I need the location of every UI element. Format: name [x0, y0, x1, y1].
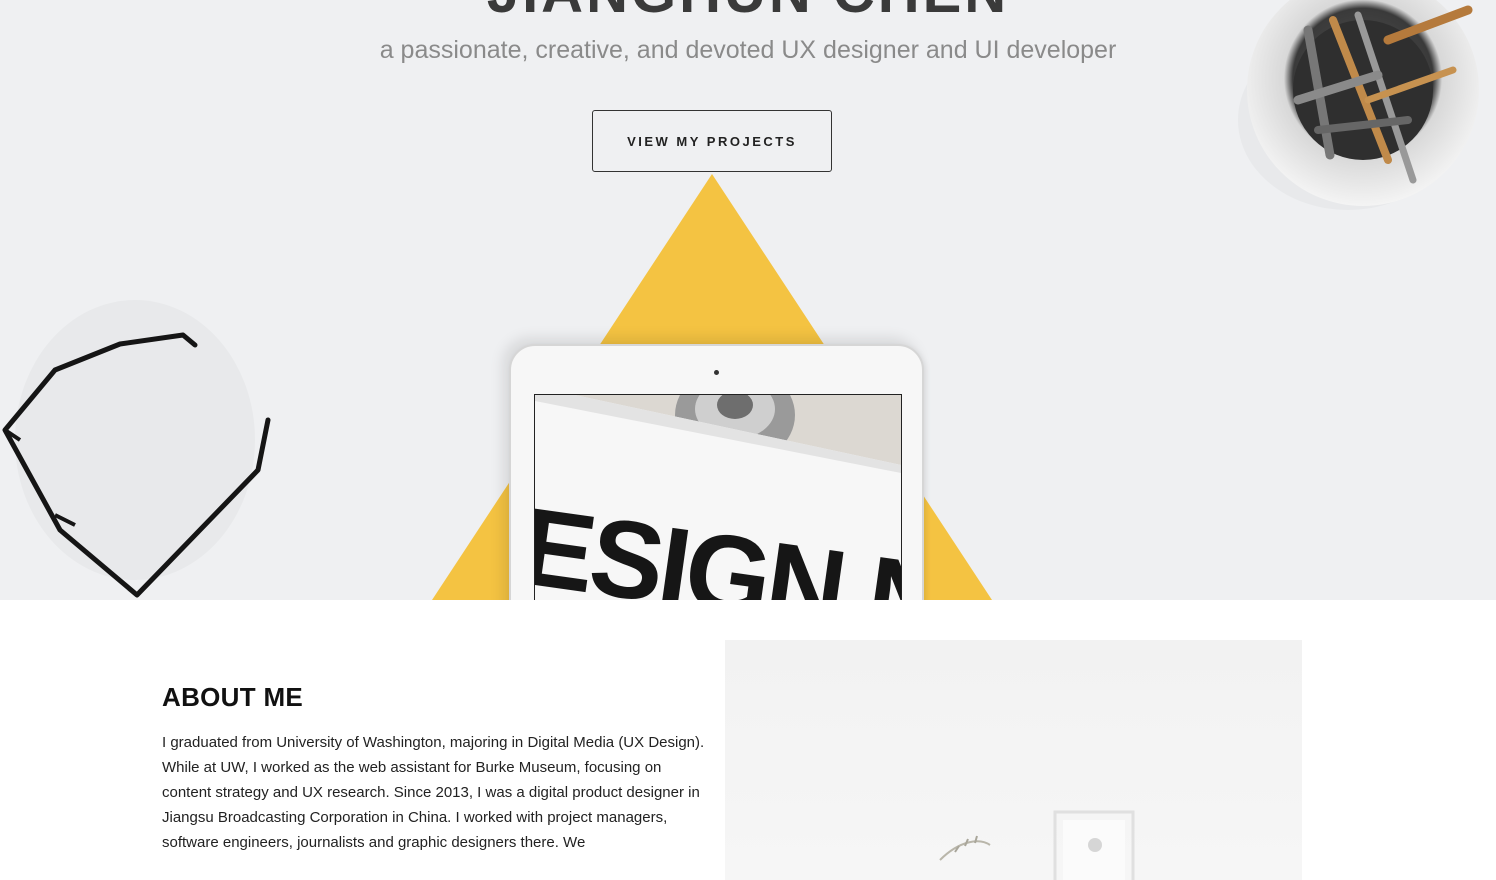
view-projects-button[interactable]: VIEW MY PROJECTS — [592, 110, 832, 172]
desk-items-photo — [939, 810, 1135, 880]
hero-section: JIANGHUN CHEN a passionate, creative, an… — [0, 0, 1496, 600]
about-photo — [725, 640, 1302, 880]
about-title: ABOUT ME — [162, 682, 304, 712]
about-section: ABOUT ME I graduated from University of … — [0, 600, 1496, 880]
tablet-screen: ESIGN N — [534, 394, 902, 600]
eyeglasses-photo — [2, 300, 271, 598]
about-paragraph: I graduated from University of Washingto… — [162, 734, 705, 851]
design-magazine-image: ESIGN N — [535, 395, 901, 600]
tablet-device: ESIGN N — [509, 344, 924, 600]
tablet-camera — [714, 370, 719, 375]
pencil-cup-photo — [1238, 0, 1479, 210]
